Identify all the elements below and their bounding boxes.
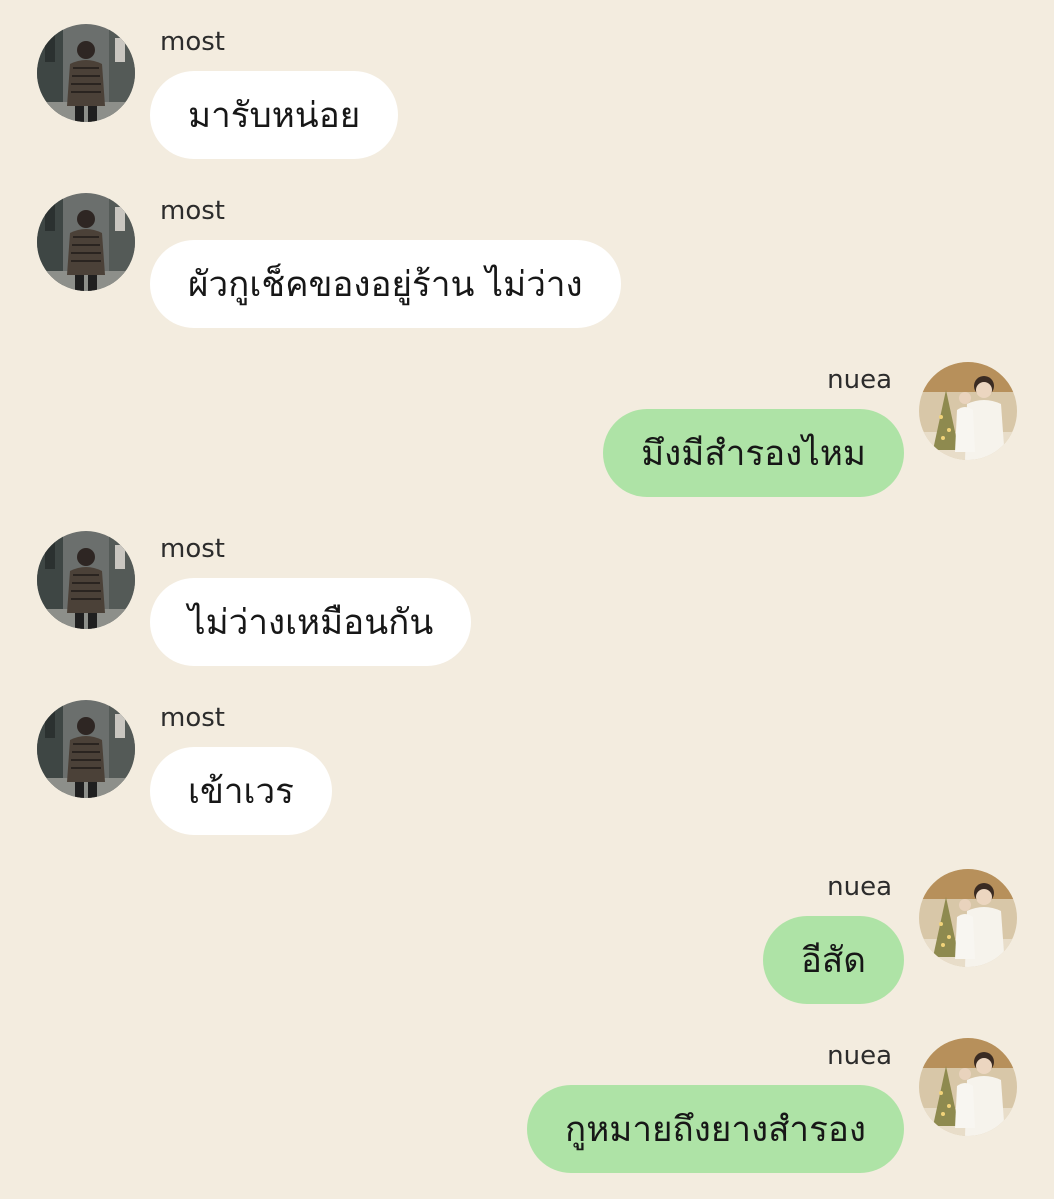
avatar-nuea[interactable] <box>919 869 1017 967</box>
avatar-most[interactable] <box>37 531 135 629</box>
chat-thread: most มารับหน่อย most ผัวกูเช็คของอยู่ร้า… <box>0 0 1054 1199</box>
avatar-photo-icon <box>37 531 135 629</box>
avatar-photo-icon <box>37 193 135 291</box>
message-bubble-incoming[interactable]: ผัวกูเช็คของอยู่ร้าน ไม่ว่าง <box>150 240 621 328</box>
avatar-photo-icon <box>37 24 135 122</box>
sender-name: nuea <box>827 1041 892 1071</box>
sender-name: nuea <box>827 872 892 902</box>
sender-name: most <box>160 196 225 226</box>
avatar-photo-icon <box>919 362 1017 460</box>
message-bubble-incoming[interactable]: มารับหน่อย <box>150 71 399 159</box>
message-bubble-outgoing[interactable]: อีสัด <box>762 916 904 1004</box>
message-bubble-outgoing[interactable]: มึงมีสำรองไหม <box>603 409 904 497</box>
avatar-photo-icon <box>919 1038 1017 1136</box>
avatar-most[interactable] <box>37 700 135 798</box>
sender-name: most <box>160 703 225 733</box>
sender-name: most <box>160 27 225 57</box>
avatar-nuea[interactable] <box>919 362 1017 460</box>
avatar-photo-icon <box>919 869 1017 967</box>
avatar-nuea[interactable] <box>919 1038 1017 1136</box>
message-bubble-outgoing[interactable]: กูหมายถึงยางสำรอง <box>527 1085 904 1173</box>
message-bubble-incoming[interactable]: ไม่ว่างเหมือนกัน <box>150 578 472 666</box>
message-bubble-incoming[interactable]: เข้าเวร <box>150 747 332 835</box>
avatar-most[interactable] <box>37 24 135 122</box>
sender-name: nuea <box>827 365 892 395</box>
avatar-photo-icon <box>37 700 135 798</box>
sender-name: most <box>160 534 225 564</box>
avatar-most[interactable] <box>37 193 135 291</box>
